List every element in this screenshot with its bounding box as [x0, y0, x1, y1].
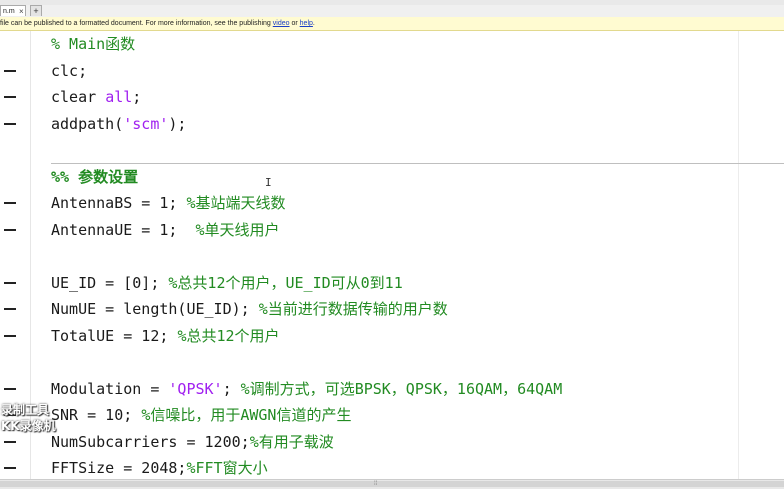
code-token: %调制方式，可选BPSK，QPSK，16QAM，64QAM [240, 379, 563, 398]
code-token: %% 参数设置 [51, 167, 139, 186]
code-text: NumSubcarriers = 1200;%有用子载波 [51, 431, 334, 453]
code-text: FFTSize = 2048;%FFT窗大小 [51, 457, 268, 479]
code-token: NumUE = length(UE_ID); [51, 300, 259, 318]
code-text: clc; [51, 60, 87, 82]
video-link[interactable]: video [273, 20, 290, 27]
code-line[interactable]: UE_ID = [0]; %总共12个用户，UE_ID可从0到11 [0, 270, 784, 296]
code-token: %FFT窗大小 [186, 459, 268, 477]
code-text: Modulation = 'QPSK'; %调制方式，可选BPSK，QPSK，1… [51, 378, 562, 400]
file-tab-label: n.m [3, 8, 15, 15]
breakpoint-dash-icon[interactable] [4, 308, 16, 310]
scroll-grip-icon: ⁞⁞ [374, 481, 378, 487]
code-token: %单天线用户 [195, 220, 280, 239]
code-token: AntennaBS = 1; [51, 194, 187, 212]
breakpoint-dash-icon[interactable] [4, 69, 16, 72]
code-token: NumSubcarriers = 1200; [51, 432, 250, 451]
code-text: AntennaBS = 1; %基站端天线数 [51, 192, 286, 214]
text-cursor-icon: I [265, 176, 272, 189]
file-tab[interactable]: n.m × [0, 5, 26, 16]
code-text: % Main函数 [51, 33, 135, 55]
code-line[interactable] [0, 137, 784, 163]
cell-divider [51, 163, 784, 164]
code-token: %总共12个用户，UE_ID可从0到11 [168, 273, 403, 292]
breakpoint-dash-icon[interactable] [4, 96, 16, 98]
code-token: all [105, 88, 133, 106]
code-token: 'QPSK' [168, 379, 223, 398]
code-token: FFTSize = 2048; [51, 459, 187, 477]
horizontal-scroll-thumb[interactable] [0, 481, 784, 487]
code-token: addpath( [51, 114, 124, 133]
code-line[interactable]: clc; [0, 58, 784, 84]
code-token: ; [222, 379, 241, 398]
breakpoint-dash-icon[interactable] [4, 440, 16, 443]
code-token: %当前进行数据传输的用户数 [258, 300, 448, 318]
code-editor[interactable]: % Main函数 clc; clear all; addpath('scm'); %% … [0, 31, 784, 479]
code-line[interactable]: % Main函数 [0, 31, 784, 57]
breakpoint-dash-icon[interactable] [4, 122, 16, 125]
code-token: ); [168, 114, 187, 133]
watermark-line-1: 录制工具 [1, 403, 50, 417]
code-line[interactable]: FFTSize = 2048;%FFT窗大小 [0, 455, 784, 481]
code-text: AntennaUE = 1; %单天线用户 [51, 219, 280, 241]
code-text: SNR = 10; %信噪比，用于AWGN信道的产生 [51, 404, 351, 426]
breakpoint-dash-icon[interactable] [4, 467, 16, 469]
code-token: ; [132, 88, 142, 106]
code-line[interactable]: SNR = 10; %信噪比，用于AWGN信道的产生 [0, 402, 784, 428]
code-text: TotalUE = 12; %总共12个用户 [51, 325, 280, 347]
help-link[interactable]: help [300, 20, 313, 27]
code-text: clear all; [51, 86, 141, 108]
code-line[interactable]: Modulation = 'QPSK'; %调制方式，可选BPSK，QPSK，1… [0, 376, 784, 402]
code-text: UE_ID = [0]; %总共12个用户，UE_ID可从0到11 [51, 272, 403, 294]
publish-info-bar: file can be published to a formatted doc… [0, 17, 784, 31]
info-bar-period: . [312, 20, 315, 27]
breakpoint-dash-icon[interactable] [4, 334, 16, 337]
new-tab-button[interactable]: + [30, 5, 42, 16]
code-line[interactable]: TotalUE = 12; %总共12个用户 [0, 323, 784, 349]
breakpoint-dash-icon[interactable] [4, 281, 16, 284]
code-line[interactable] [0, 243, 784, 269]
code-line[interactable]: NumUE = length(UE_ID); %当前进行数据传输的用户数 [0, 296, 784, 322]
code-token: %总共12个用户 [177, 326, 280, 345]
code-token: UE_ID = [0]; [51, 273, 169, 292]
code-text: NumUE = length(UE_ID); %当前进行数据传输的用户数 [51, 298, 448, 320]
code-token: AntennaUE = 1; [51, 220, 196, 239]
code-token: TotalUE = 12; [51, 326, 178, 345]
code-token: % Main函数 [51, 35, 136, 53]
recorder-watermark: 录制工具 KK录像机 [0, 401, 70, 435]
code-line[interactable]: AntennaUE = 1; %单天线用户 [0, 217, 784, 243]
code-line[interactable]: addpath('scm'); [0, 111, 784, 137]
code-token: 'scm' [123, 114, 169, 133]
code-line[interactable] [0, 349, 784, 375]
info-bar-or: or [291, 20, 298, 27]
code-token: Modulation = [51, 379, 169, 398]
breakpoint-dash-icon[interactable] [4, 387, 16, 390]
code-token: %信噪比，用于AWGN信道的产生 [141, 406, 352, 424]
watermark-line-2: KK录像机 [1, 419, 56, 433]
code-line[interactable]: %% 参数设置 [0, 164, 784, 190]
code-text: addpath('scm'); [51, 113, 186, 135]
code-token: clear [51, 88, 106, 106]
code-line[interactable]: clear all; [0, 84, 784, 110]
code-token: clc; [51, 61, 88, 80]
code-line[interactable]: AntennaBS = 1; %基站端天线数 [0, 190, 784, 216]
breakpoint-dash-icon[interactable] [4, 202, 16, 204]
breakpoint-dash-icon[interactable] [4, 228, 16, 231]
code-line[interactable]: NumSubcarriers = 1200;%有用子载波 [0, 429, 784, 455]
close-icon[interactable]: × [19, 6, 24, 17]
code-token: %有用子载波 [249, 432, 334, 451]
code-text: %% 参数设置 [51, 166, 138, 188]
code-token: %基站端天线数 [186, 194, 286, 212]
info-bar-text: file can be published to a formatted doc… [0, 20, 271, 27]
